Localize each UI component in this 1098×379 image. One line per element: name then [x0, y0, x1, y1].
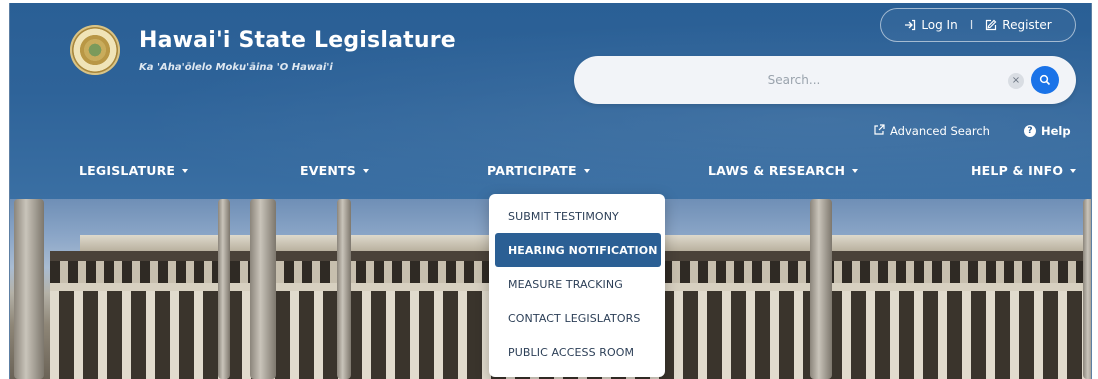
main-nav: LEGISLATURE EVENTS PARTICIPATE LAWS & RE… — [10, 163, 1091, 185]
palm-trunk — [1083, 199, 1091, 379]
search-icon — [1039, 71, 1051, 90]
nav-item-help-info[interactable]: HELP & INFO — [971, 163, 1077, 178]
menu-item-measure-tracking[interactable]: MEASURE TRACKING — [489, 267, 665, 301]
palm-trunk — [810, 199, 832, 379]
register-link[interactable]: Register — [985, 18, 1052, 32]
menu-item-contact-legislators[interactable]: CONTACT LEGISLATORS — [489, 301, 665, 335]
nav-label: PARTICIPATE — [487, 163, 577, 178]
login-arrow-icon — [904, 19, 916, 31]
caret-down-icon — [583, 168, 590, 173]
question-circle-icon: ? — [1024, 125, 1036, 137]
palm-trunk — [14, 199, 44, 379]
account-links: Log In I Register — [880, 8, 1076, 42]
register-label: Register — [1002, 18, 1052, 32]
caret-down-icon — [1070, 168, 1077, 173]
caret-down-icon — [182, 168, 189, 173]
nav-item-legislature[interactable]: LEGISLATURE — [79, 163, 189, 178]
site-subtitle: Ka 'Aha'ōlelo Moku'āina 'O Hawai'i — [139, 62, 333, 73]
nav-label: LEGISLATURE — [79, 163, 176, 178]
site-title[interactable]: Hawai'i State Legislature — [139, 28, 456, 53]
utility-links: Advanced Search ? Help — [10, 124, 1091, 142]
search-input[interactable] — [594, 68, 994, 92]
menu-item-submit-testimony[interactable]: SUBMIT TESTIMONY — [489, 199, 665, 233]
nav-item-events[interactable]: EVENTS — [300, 163, 369, 178]
search-button[interactable] — [1031, 66, 1059, 94]
nav-item-participate[interactable]: PARTICIPATE — [487, 163, 590, 178]
nav-label: HELP & INFO — [971, 163, 1064, 178]
external-link-icon — [874, 124, 885, 138]
account-separator: I — [969, 18, 974, 32]
menu-item-hearing-notification[interactable]: HEARING NOTIFICATION — [495, 233, 661, 267]
caret-down-icon — [852, 168, 859, 173]
nav-label: LAWS & RESEARCH — [708, 163, 846, 178]
menu-item-public-access-room[interactable]: PUBLIC ACCESS ROOM — [489, 335, 665, 369]
advanced-search-label: Advanced Search — [890, 124, 990, 138]
palm-trunk — [250, 199, 276, 379]
state-seal-logo[interactable] — [70, 25, 120, 75]
search-bar: × — [574, 56, 1076, 104]
site-header: Hawai'i State Legislature Ka 'Aha'ōlelo … — [10, 3, 1091, 199]
nav-item-laws-research[interactable]: LAWS & RESEARCH — [708, 163, 859, 178]
page-frame: Hawai'i State Legislature Ka 'Aha'ōlelo … — [9, 3, 1092, 379]
caret-down-icon — [362, 168, 369, 173]
advanced-search-link[interactable]: Advanced Search — [874, 124, 990, 138]
edit-square-icon — [985, 19, 997, 31]
palm-trunk — [337, 199, 351, 379]
login-label: Log In — [921, 18, 958, 32]
clear-icon[interactable]: × — [1008, 73, 1024, 89]
login-link[interactable]: Log In — [904, 18, 958, 32]
palm-trunk — [218, 199, 230, 379]
help-label: Help — [1041, 124, 1071, 138]
nav-label: EVENTS — [300, 163, 356, 178]
help-link[interactable]: ? Help — [1024, 124, 1071, 138]
participate-dropdown-menu: SUBMIT TESTIMONY HEARING NOTIFICATION ME… — [489, 194, 665, 377]
